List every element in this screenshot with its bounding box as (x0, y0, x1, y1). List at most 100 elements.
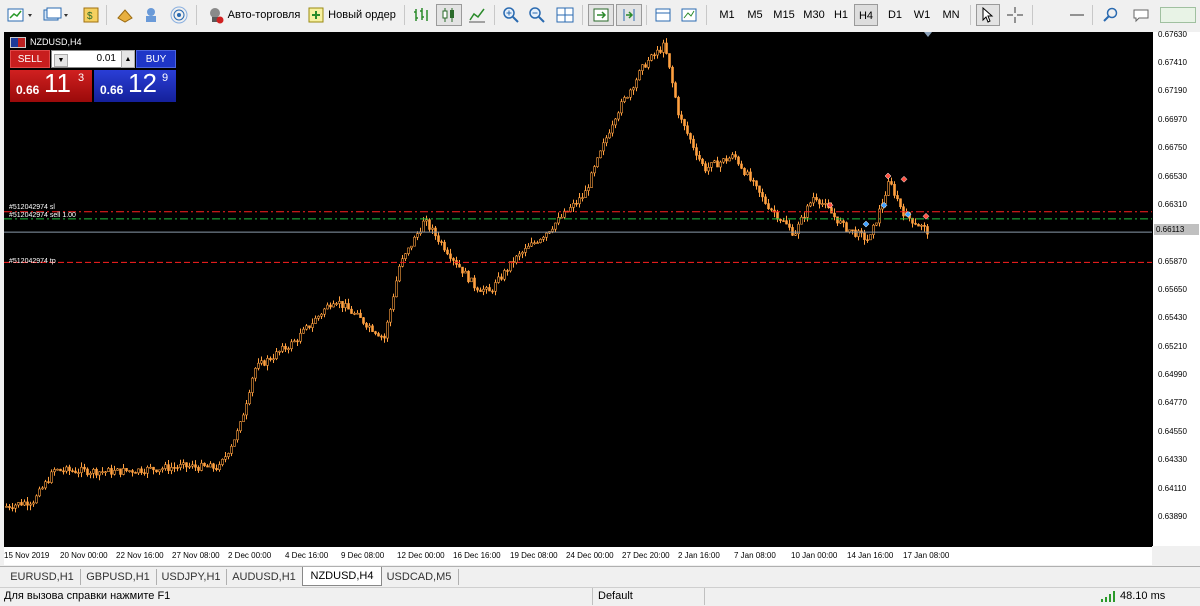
zoom-out-icon[interactable] (526, 4, 548, 26)
candle-body (392, 296, 395, 310)
tab-gbpusd[interactable]: GBPUSD,H1 (80, 569, 157, 585)
candle-body (716, 160, 719, 168)
trade-marker-icon[interactable] (862, 220, 870, 228)
price-tick: 0.64770 (1158, 398, 1187, 407)
cursor-icon[interactable] (976, 4, 1000, 26)
timeframe-m30[interactable]: M30 (800, 4, 828, 26)
terminal-icon[interactable] (140, 4, 162, 26)
timeframe-d1[interactable]: D1 (884, 4, 906, 26)
candle-body (299, 332, 302, 342)
candle-body (377, 333, 380, 337)
horizontal-line-icon[interactable] (1066, 4, 1088, 26)
candle-body (203, 462, 206, 467)
candle-body (92, 469, 95, 474)
chart-shift-icon[interactable] (616, 4, 642, 26)
new-chart-button[interactable] (4, 4, 38, 26)
comment-icon[interactable] (1130, 4, 1152, 26)
search-icon[interactable] (1100, 4, 1122, 26)
candle-body (389, 309, 392, 323)
signals-icon[interactable] (168, 4, 190, 26)
search-input[interactable] (1160, 4, 1196, 26)
timeframe-h1[interactable]: H1 (830, 4, 852, 26)
candlestick-icon[interactable] (436, 4, 462, 26)
candle-body (557, 217, 560, 224)
bar-chart-icon[interactable] (410, 4, 432, 26)
tile-windows-icon[interactable] (554, 4, 576, 26)
timeframe-w1[interactable]: W1 (910, 4, 934, 26)
candle-body (296, 340, 299, 343)
time-tick: 22 Nov 16:00 (116, 551, 164, 560)
timeframe-m15[interactable]: M15 (770, 4, 798, 26)
candle-body (8, 506, 11, 508)
volume-decrease-button[interactable]: ▼ (54, 54, 68, 67)
candle-body (767, 203, 770, 210)
candle-body (17, 502, 20, 506)
line-chart-icon[interactable] (466, 4, 488, 26)
crosshair-icon[interactable] (1004, 4, 1026, 26)
candle-body (65, 466, 68, 472)
zoom-in-icon[interactable] (500, 4, 522, 26)
candle-body (743, 168, 746, 176)
auto-scroll-icon[interactable] (588, 4, 614, 26)
tab-usdcad[interactable]: USDCAD,M5 (380, 569, 459, 585)
candle-body (263, 360, 266, 366)
volume-increase-button[interactable]: ▲ (121, 50, 135, 68)
chart-plot-area[interactable]: NZDUSD,H4 SELL ▼ 0.01 ▲ BUY 0.66 11 3 0.… (4, 32, 1152, 546)
timeframe-m5[interactable]: M5 (742, 4, 768, 26)
candle-body (386, 321, 389, 339)
candle-body (134, 472, 137, 474)
timeframe-h4[interactable]: H4 (854, 4, 878, 26)
candle-body (350, 308, 353, 314)
chart-shift-marker-icon[interactable] (924, 32, 932, 37)
candle-body (449, 253, 452, 259)
tab-eurusd[interactable]: EURUSD,H1 (4, 569, 81, 585)
templates-icon[interactable] (678, 4, 700, 26)
candle-body (710, 162, 713, 168)
candle-body (329, 304, 332, 308)
market-watch-icon[interactable]: $ (80, 4, 102, 26)
timeframe-m1[interactable]: M1 (714, 4, 740, 26)
sell-quote[interactable]: 0.66 11 3 (10, 68, 92, 102)
candle-body (476, 287, 479, 291)
timeframe-mn[interactable]: MN (938, 4, 964, 26)
time-tick: 27 Nov 08:00 (172, 551, 220, 560)
time-tick: 2 Dec 00:00 (228, 551, 272, 560)
chart-symbol-label: NZDUSD,H4 (10, 36, 82, 48)
indicators-icon[interactable] (652, 4, 674, 26)
price-tick: 0.67630 (1158, 30, 1187, 39)
time-tick: 20 Nov 00:00 (60, 551, 108, 560)
volume-stepper[interactable]: ▼ 0.01 ▲ (51, 50, 135, 68)
auto-trading-button[interactable]: Авто-торговля (202, 4, 304, 26)
tab-usdjpy[interactable]: USDJPY,H1 (156, 569, 227, 585)
trade-marker-icon[interactable] (884, 172, 892, 180)
candle-body (488, 287, 491, 292)
candle-body (140, 468, 143, 473)
new-order-button[interactable]: Новый ордер (306, 4, 398, 26)
candle-body (671, 66, 674, 84)
candle-body (89, 473, 92, 476)
tab-nzdusd[interactable]: NZDUSD,H4 (302, 567, 382, 586)
price-tick: 0.64550 (1158, 427, 1187, 436)
candle-body (119, 468, 122, 475)
profiles-button[interactable] (40, 4, 74, 26)
sell-button[interactable]: SELL (10, 50, 50, 68)
candle-body (632, 87, 635, 91)
candle-body (149, 466, 152, 469)
trade-marker-icon[interactable] (900, 175, 908, 183)
volume-value[interactable]: 0.01 (97, 53, 116, 64)
candle-body (83, 466, 86, 470)
candle-body (923, 225, 926, 227)
time-tick: 2 Jan 16:00 (678, 551, 720, 560)
tab-audusd[interactable]: AUDUSD,H1 (226, 569, 303, 585)
candle-body (284, 345, 287, 350)
candle-body (122, 468, 125, 475)
buy-quote[interactable]: 0.66 12 9 (94, 68, 176, 102)
buy-button[interactable]: BUY (136, 50, 176, 68)
navigator-icon[interactable] (114, 4, 136, 26)
status-bar: Для вызова справки нажмите F1 Default 48… (0, 587, 1200, 605)
candle-body (359, 312, 362, 318)
candle-body (791, 227, 794, 236)
candle-body (308, 325, 311, 328)
candle-body (362, 317, 365, 324)
buy-quote-fraction: 9 (162, 72, 169, 84)
